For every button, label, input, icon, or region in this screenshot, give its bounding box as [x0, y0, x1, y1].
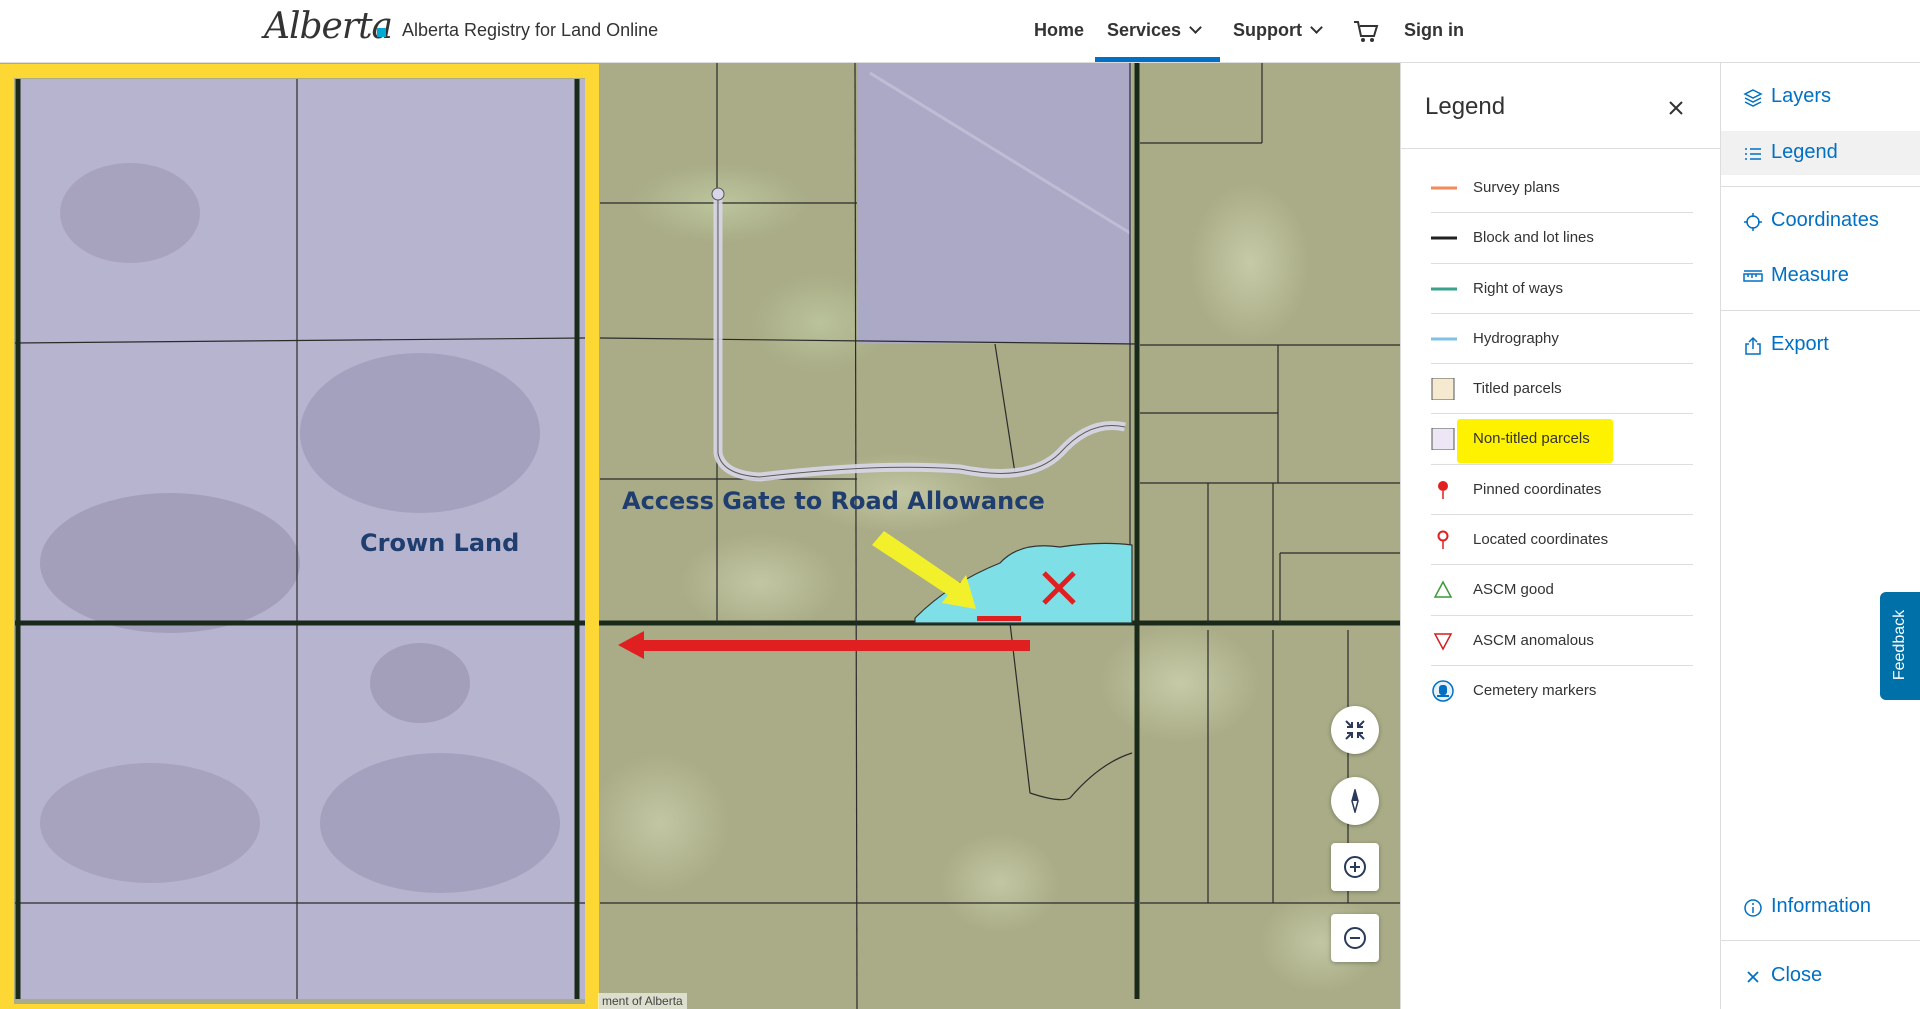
tool-label: Information — [1771, 895, 1872, 917]
tool-label: Layers — [1771, 85, 1832, 107]
cart-icon[interactable] — [1353, 20, 1379, 44]
divider — [1721, 940, 1920, 941]
nav-support-label: Support — [1233, 20, 1302, 40]
titled-parcel-swatch-icon — [1431, 378, 1455, 401]
triangle-down-icon — [1433, 632, 1453, 651]
legend-item-label: Hydrography — [1473, 329, 1559, 347]
list-icon — [1745, 148, 1761, 160]
legend-item-label: Titled parcels — [1473, 380, 1562, 398]
sign-in-link[interactable]: Sign in — [1404, 20, 1464, 41]
tool-label: Export — [1771, 333, 1829, 355]
close-icon[interactable] — [1665, 97, 1687, 119]
hydrography-line-icon — [1431, 337, 1457, 341]
non-titled-parcel-swatch-icon — [1431, 428, 1455, 451]
layers-icon — [1743, 89, 1763, 107]
crown-land-label: Crown Land — [360, 529, 520, 557]
legend-item: ASCM anomalous — [1431, 616, 1693, 666]
nav-services-label: Services — [1107, 20, 1182, 40]
divider — [1721, 310, 1920, 311]
zoom-in-icon — [1344, 856, 1366, 878]
chevron-down-icon — [1310, 21, 1323, 34]
legend-item: Located coordinates — [1431, 515, 1693, 566]
legend-item-label: Cemetery markers — [1473, 681, 1597, 699]
alberta-logo[interactable]: Alberta — [264, 6, 393, 47]
legend-item-label: ASCM good — [1473, 581, 1554, 599]
yellow-arrow — [872, 531, 976, 609]
legend-item: Block and lot lines — [1431, 213, 1693, 264]
legend-item: Non-titled parcels — [1431, 414, 1693, 465]
legend-item-label: ASCM anomalous — [1473, 631, 1594, 649]
legend-item: Right of ways — [1431, 264, 1693, 314]
chevron-down-icon — [1189, 21, 1202, 34]
compass-icon — [1351, 789, 1359, 813]
crosshair-icon — [1744, 213, 1762, 231]
right-of-way-line-icon — [1431, 287, 1457, 291]
legend-item: Pinned coordinates — [1431, 465, 1693, 516]
export-icon — [1745, 336, 1761, 355]
collapse-view-button[interactable] — [1331, 706, 1379, 754]
legend-item: Cemetery markers — [1431, 666, 1693, 716]
block-lot-line-icon — [1431, 236, 1457, 240]
gate-marker — [977, 616, 1021, 621]
header: Alberta Alberta Registry for Land Online… — [0, 0, 1920, 63]
red-arrow — [618, 631, 1030, 659]
divider — [1401, 148, 1721, 149]
nav-support[interactable]: Support — [1233, 20, 1323, 41]
close-icon — [1747, 971, 1759, 983]
legend-item-label: Block and lot lines — [1473, 229, 1594, 247]
tool-label: Legend — [1771, 141, 1838, 163]
map-canvas[interactable]: Crown Land Access Gate to Road Allowance… — [0, 63, 1400, 1009]
nav-active-indicator — [1095, 57, 1220, 62]
legend-panel: Legend Survey plans Block and lot lines … — [1400, 63, 1721, 1009]
logo-square-icon — [377, 28, 386, 37]
access-gate-label: Access Gate to Road Allowance — [622, 487, 1045, 515]
zoom-in-button[interactable] — [1331, 843, 1379, 891]
pin-icon — [1438, 480, 1448, 499]
location-pin-icon — [1437, 530, 1449, 550]
legend-item-label: Survey plans — [1473, 179, 1560, 196]
info-icon — [1744, 899, 1762, 917]
non-titled-parcel — [858, 63, 1132, 344]
map-attribution: ment of Alberta — [598, 993, 687, 1009]
cemetery-marker-icon — [1432, 680, 1454, 702]
feedback-label: Feedback — [1891, 609, 1908, 681]
tool-label: Measure — [1771, 264, 1849, 286]
tool-label: Close — [1771, 964, 1823, 986]
legend-item-label: Pinned coordinates — [1473, 480, 1602, 498]
tool-label: Coordinates — [1771, 209, 1879, 231]
triangle-up-icon — [1433, 580, 1453, 599]
survey-plans-line-icon — [1431, 186, 1457, 190]
nav-services[interactable]: Services — [1107, 20, 1202, 41]
collapse-icon — [1345, 720, 1365, 740]
legend-item-label: Located coordinates — [1473, 531, 1609, 549]
ruler-icon — [1743, 270, 1763, 282]
legend-title: Legend — [1425, 93, 1506, 120]
legend-item-label: Right of ways — [1473, 279, 1564, 297]
map-tools-sidebar: Layers Legend Coordinates Measure Export… — [1720, 63, 1920, 1009]
zoom-out-icon — [1344, 927, 1366, 949]
map-graphics — [0, 63, 1400, 1009]
legend-item: Hydrography — [1431, 314, 1693, 365]
legend-item: Survey plans — [1431, 163, 1693, 214]
compass-button[interactable] — [1331, 777, 1379, 825]
feedback-tab[interactable]: Feedback — [1880, 592, 1920, 700]
legend-item: Titled parcels — [1431, 364, 1693, 415]
nav-home[interactable]: Home — [1034, 20, 1084, 41]
legend-item: ASCM good — [1431, 565, 1693, 616]
zoom-out-button[interactable] — [1331, 914, 1379, 962]
legend-item-label: Non-titled parcels — [1473, 430, 1590, 448]
legend-list: Survey plans Block and lot lines Right o… — [1431, 163, 1693, 716]
site-title[interactable]: Alberta Registry for Land Online — [402, 20, 658, 41]
divider — [1721, 186, 1920, 187]
